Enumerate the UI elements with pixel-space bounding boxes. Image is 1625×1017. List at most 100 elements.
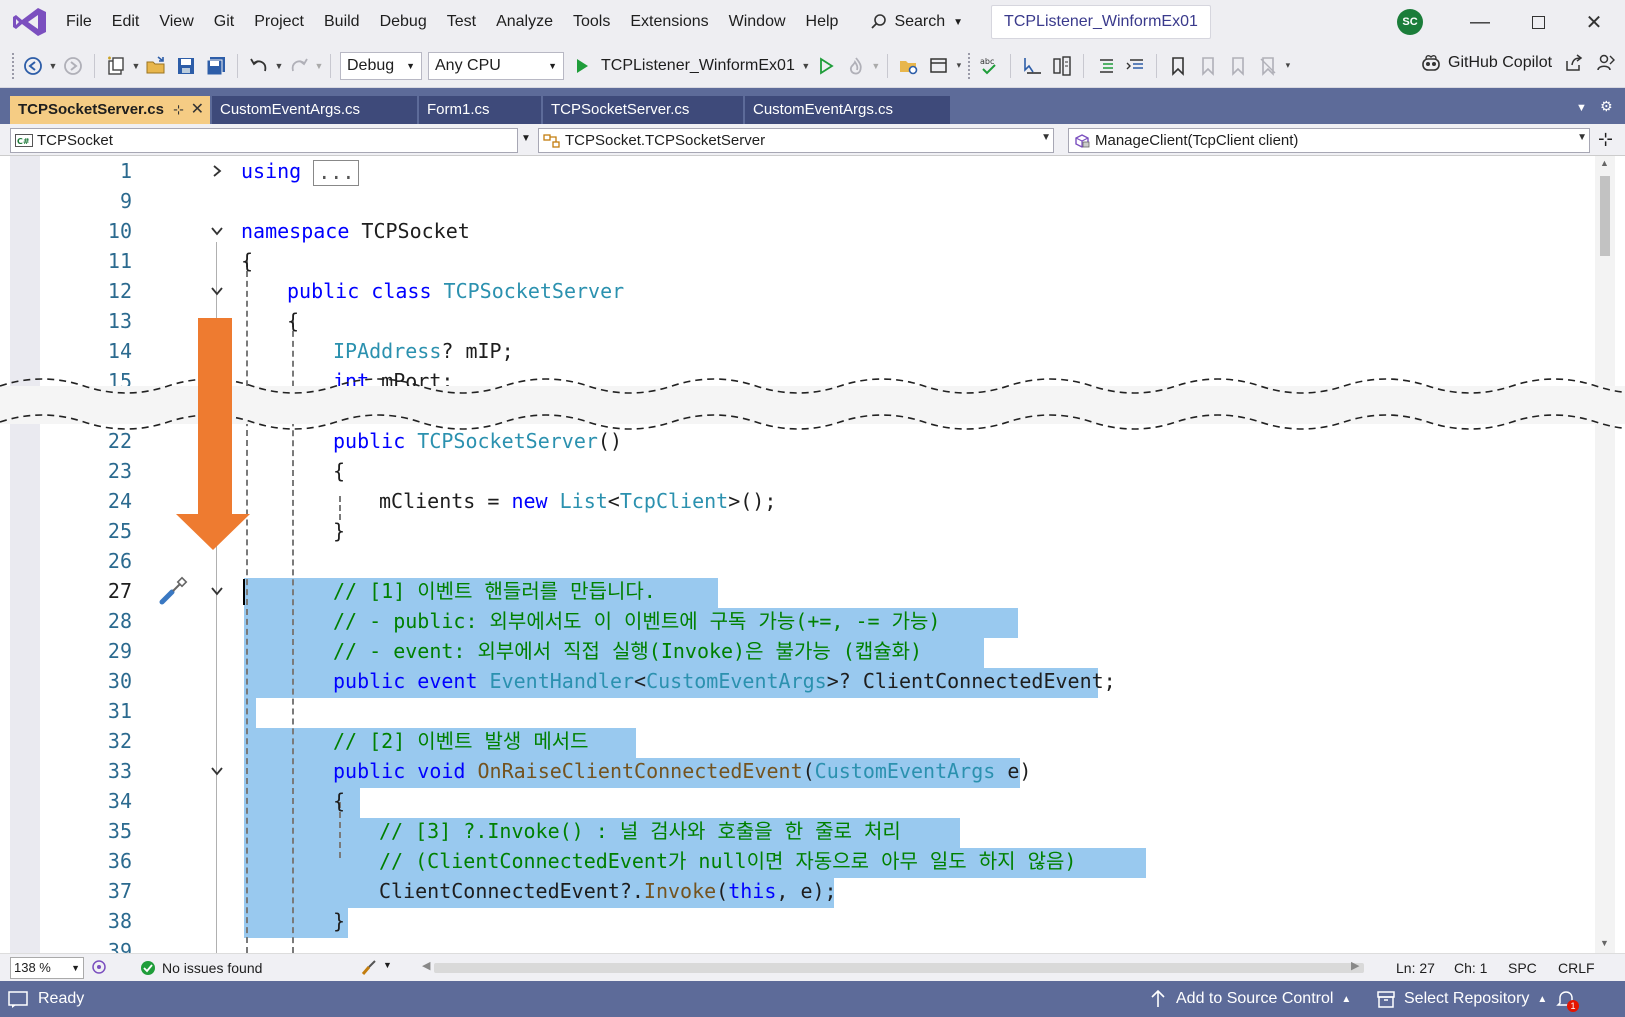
type-dropdown[interactable]: TCPSocket.TCPSocketServer ▼	[538, 128, 1054, 153]
chevron-down-icon[interactable]: ▼	[131, 61, 141, 71]
pin-icon[interactable]: ⊹	[173, 96, 184, 124]
scroll-right-icon[interactable]: ▶	[1351, 959, 1359, 972]
tab-customeventargs[interactable]: CustomEventArgs.cs	[212, 96, 417, 124]
minimize-button[interactable]: —	[1452, 0, 1508, 44]
maximize-button[interactable]	[1510, 0, 1566, 44]
share-icon[interactable]	[1564, 53, 1584, 73]
add-to-source-control-button[interactable]: Add to Source Control ▲	[1150, 981, 1351, 1017]
notifications-button[interactable]: 1	[1556, 981, 1579, 1017]
toggle-bookmark-button[interactable]	[1164, 52, 1192, 80]
github-copilot-button[interactable]: GitHub Copilot	[1420, 52, 1616, 74]
menu-build[interactable]: Build	[314, 7, 370, 37]
chevron-down-icon[interactable]: ▼	[48, 61, 58, 71]
user-avatar[interactable]: SC	[1397, 9, 1423, 35]
menu-analyze[interactable]: Analyze	[486, 7, 563, 37]
collapsed-region[interactable]: ...	[313, 159, 360, 186]
zoom-select[interactable]: 138 % ▼	[10, 957, 84, 979]
menu-extensions[interactable]: Extensions	[620, 7, 718, 37]
navigate-forward-button[interactable]	[59, 52, 87, 80]
toolbar-grip[interactable]	[12, 52, 18, 79]
chevron-down-icon[interactable]: ▼	[871, 61, 881, 71]
browser-link-button[interactable]	[925, 52, 953, 80]
expand-chevron-icon[interactable]	[207, 156, 227, 186]
code-cleanup-brush-icon[interactable]	[360, 958, 380, 979]
collapse-chevron-icon[interactable]	[207, 756, 227, 786]
solution-platform-select[interactable]: Any CPU ▼	[428, 51, 564, 80]
line-indicator[interactable]: Ln: 27	[1396, 954, 1435, 982]
search-box[interactable]: Search ▼	[862, 7, 971, 37]
whitespace-indicator[interactable]: SPC	[1508, 954, 1537, 982]
solution-configuration-select[interactable]: Debug ▼	[340, 51, 422, 80]
collapse-chevron-icon[interactable]	[207, 276, 227, 306]
collapse-chevron-icon[interactable]	[207, 216, 227, 246]
menu-tools[interactable]: Tools	[563, 7, 620, 37]
collapse-chevron-icon[interactable]	[207, 576, 227, 606]
repository-label: Select Repository	[1404, 990, 1530, 1007]
menu-file[interactable]: File	[56, 7, 102, 37]
spell-check-button[interactable]: abc	[975, 52, 1003, 80]
issues-indicator[interactable]: No issues found	[140, 954, 262, 982]
quick-actions-screwdriver-icon[interactable]	[158, 576, 188, 606]
close-icon[interactable]: ✕	[191, 96, 204, 124]
menu-help[interactable]: Help	[796, 7, 849, 37]
column-indicator[interactable]: Ch: 1	[1454, 954, 1487, 982]
save-button[interactable]	[172, 52, 200, 80]
clear-bookmarks-button[interactable]	[1254, 52, 1282, 80]
new-project-button[interactable]	[102, 52, 130, 80]
menu-debug[interactable]: Debug	[370, 7, 437, 37]
save-all-button[interactable]	[202, 52, 230, 80]
object-browser-button[interactable]	[1048, 52, 1076, 80]
menu-window[interactable]: Window	[719, 7, 796, 37]
menu-edit[interactable]: Edit	[102, 7, 150, 37]
navigate-back-button[interactable]	[19, 52, 47, 80]
toolbar-overflow-icon[interactable]: ▾	[1283, 60, 1293, 71]
tab-form1[interactable]: Form1.cs	[419, 96, 541, 124]
gear-icon[interactable]: ⚙	[1600, 98, 1613, 115]
chevron-down-icon[interactable]: ▼	[521, 133, 531, 144]
next-bookmark-button[interactable]	[1224, 52, 1252, 80]
start-debugging-button[interactable]	[568, 52, 596, 80]
menu-test[interactable]: Test	[437, 7, 486, 37]
project-dropdown[interactable]: C# TCPSocket	[10, 128, 518, 153]
chevron-down-icon[interactable]: ▼	[274, 61, 284, 71]
redo-button[interactable]	[285, 52, 313, 80]
close-window-button[interactable]: ✕	[1566, 0, 1622, 44]
output-window-icon[interactable]	[8, 990, 28, 1008]
uncomment-lines-button[interactable]	[1121, 52, 1149, 80]
horizontal-scrollbar[interactable]	[434, 963, 1364, 973]
chevron-down-icon[interactable]: ▼	[801, 61, 811, 71]
feedback-person-icon[interactable]	[1596, 53, 1616, 73]
menu-view[interactable]: View	[149, 7, 203, 37]
code-editor[interactable]: 1 9 10 11 12 13 14 15 22 23 24 25 26 27 …	[0, 156, 1625, 953]
indicator-margin[interactable]	[10, 156, 40, 953]
step-into-specific-button[interactable]	[1018, 52, 1046, 80]
hot-reload-button[interactable]	[842, 52, 870, 80]
menu-git[interactable]: Git	[204, 7, 244, 37]
vertical-scrollbar[interactable]: ▲ ▼	[1595, 156, 1615, 953]
toolbar-grip[interactable]	[967, 52, 974, 79]
tab-customeventargs-2[interactable]: CustomEventArgs.cs	[745, 96, 950, 124]
scroll-left-icon[interactable]: ◀	[422, 959, 430, 972]
comment-lines-button[interactable]	[1091, 52, 1119, 80]
scroll-down-icon[interactable]: ▼	[1600, 938, 1609, 948]
solution-explorer-folder-button[interactable]	[895, 52, 923, 80]
startup-project-label[interactable]: TCPListener_WinformEx01	[601, 57, 795, 75]
open-file-button[interactable]	[142, 52, 170, 80]
scroll-up-icon[interactable]: ▲	[1600, 158, 1609, 168]
line-ending-indicator[interactable]: CRLF	[1558, 954, 1595, 982]
member-dropdown[interactable]: ManageClient(TcpClient client) ▼	[1068, 128, 1590, 153]
tab-tcpsocketserver-active[interactable]: TCPSocketServer.cs ⊹ ✕	[10, 96, 210, 124]
undo-button[interactable]	[245, 52, 273, 80]
chevron-down-icon[interactable]: ▾	[954, 60, 964, 71]
split-editor-icon[interactable]: ⊹	[1598, 129, 1613, 150]
select-repository-button[interactable]: Select Repository ▲	[1376, 981, 1547, 1017]
tab-list-dropdown-icon[interactable]: ▼	[1576, 102, 1587, 114]
menu-project[interactable]: Project	[244, 7, 314, 37]
scrollbar-thumb[interactable]	[1600, 176, 1610, 256]
ai-suggestion-icon[interactable]	[90, 958, 108, 979]
chevron-down-icon[interactable]: ▼	[314, 61, 324, 71]
tab-tcpsocketserver[interactable]: TCPSocketServer.cs	[543, 96, 743, 124]
start-without-debugging-button[interactable]	[812, 52, 840, 80]
chevron-down-icon[interactable]: ▼	[383, 960, 392, 970]
previous-bookmark-button[interactable]	[1194, 52, 1222, 80]
